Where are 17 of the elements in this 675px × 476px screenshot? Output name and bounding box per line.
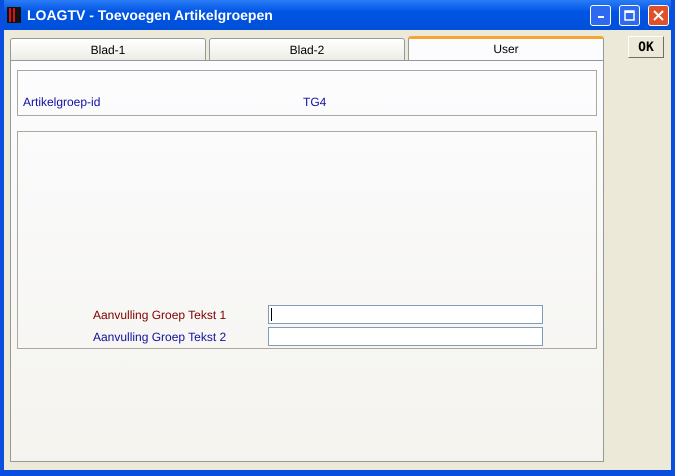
close-icon [653, 10, 664, 20]
tab[interactable]: User [408, 36, 604, 60]
close-button[interactable] [648, 4, 669, 26]
minimize-button[interactable] [590, 4, 611, 26]
field-value: TG4 [303, 95, 326, 109]
maximize-icon [624, 10, 635, 20]
app-logo-icon [7, 7, 21, 23]
tab[interactable]: Blad-2 [209, 38, 405, 60]
input-field[interactable] [268, 327, 543, 346]
maximize-button[interactable] [619, 4, 640, 26]
field-label: Artikelgroep-id [23, 95, 102, 109]
field-label: Aanvulling Groep Tekst 1 [92, 308, 228, 322]
field-label: Aanvulling Groep Tekst 2 [92, 330, 228, 344]
input-field[interactable] [268, 305, 543, 324]
tab[interactable]: Blad-1 [10, 38, 206, 60]
ok-button[interactable]: OK [628, 36, 664, 58]
window-title: LOAGTV - Toevoegen Artikelgroepen [27, 7, 274, 23]
